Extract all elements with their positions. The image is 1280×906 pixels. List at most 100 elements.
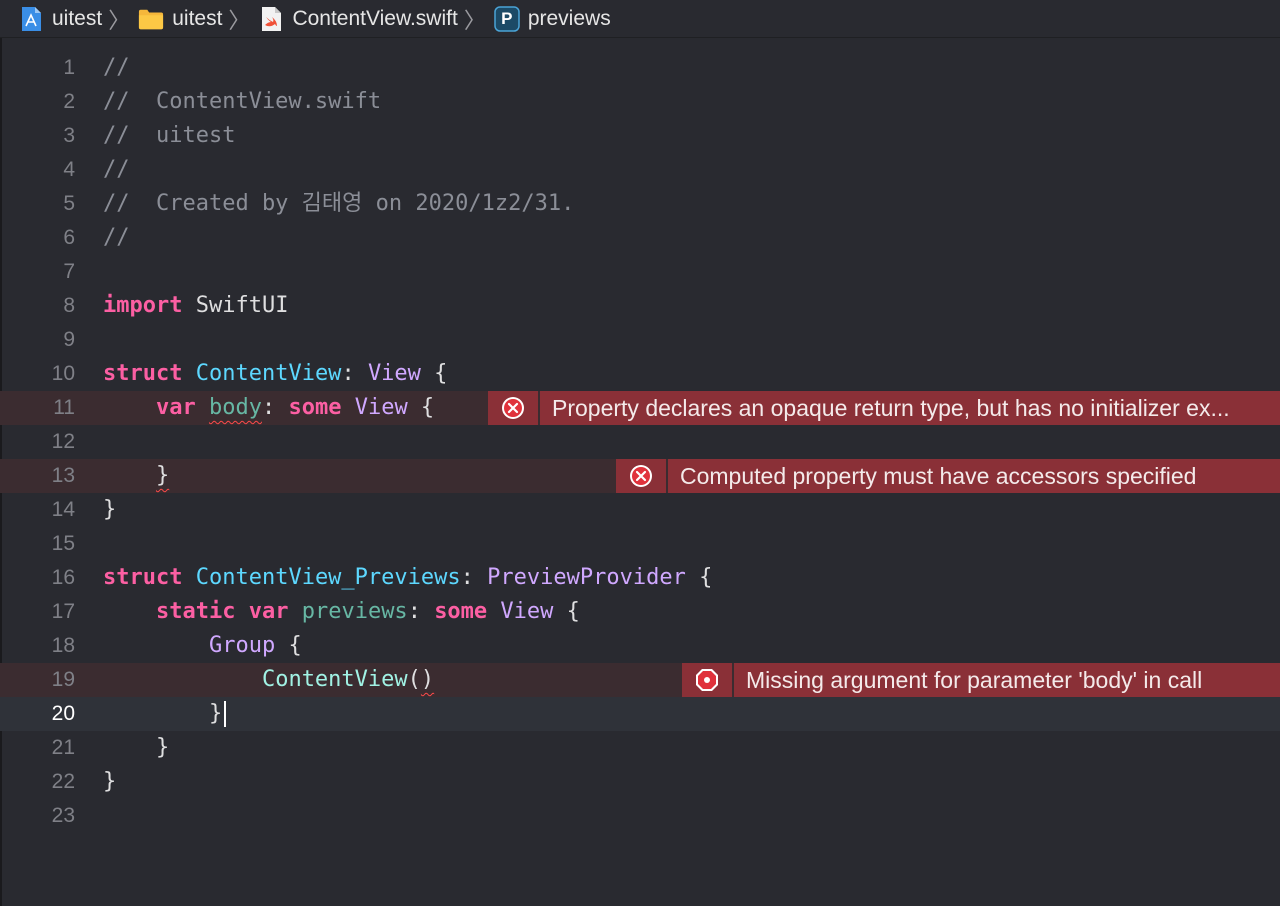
code-line: 21 } (0, 731, 1280, 765)
swift-file-icon (258, 6, 284, 32)
comment: // Created by 김태영 on 2020/1z2/31. (103, 191, 575, 216)
keyword: var (155, 395, 196, 420)
code-line: 22 } (0, 765, 1280, 799)
code-line: 10 struct ContentView: View { (0, 357, 1280, 391)
system-type: View (354, 395, 408, 420)
code-text: } (103, 459, 169, 493)
line-number: 10 (51, 362, 75, 385)
line-number: 9 (63, 328, 75, 351)
line-number: 19 (51, 668, 75, 691)
code-text: } (103, 769, 117, 794)
system-type: Group (208, 633, 276, 658)
keyword: import (103, 293, 183, 318)
line-number: 8 (63, 294, 75, 317)
code-line: 2 // ContentView.swift (0, 85, 1280, 119)
breadcrumb-folder-label: uitest (172, 6, 223, 30)
property-badge-letter: P (501, 8, 513, 28)
line-number: 18 (51, 634, 75, 657)
type-name: ContentView (195, 361, 342, 386)
comment: // (103, 157, 130, 182)
code-line: 9 (0, 323, 1280, 357)
code-line: 8 import SwiftUI (0, 289, 1280, 323)
code-text: } (103, 735, 170, 760)
breadcrumb-project-label: uitest (52, 6, 103, 30)
keyword: struct (103, 565, 183, 590)
code-line: 14 } (0, 493, 1280, 527)
code-line: 4 // (0, 153, 1280, 187)
error-stop-icon[interactable] (682, 663, 732, 697)
code-line: 17 static var previews: some View { (0, 595, 1280, 629)
line-number: 3 (63, 124, 75, 147)
line-number: 20 (51, 702, 75, 725)
punctuation: : (341, 361, 368, 386)
breadcrumb-file[interactable]: ContentView.swift (258, 6, 458, 32)
code-text: ContentView() (103, 663, 434, 697)
folder-icon (138, 6, 164, 32)
punctuation: : (460, 565, 488, 590)
punctuation: { (407, 395, 435, 420)
comment: // uitest (103, 123, 236, 148)
code-line-current: 20 } (0, 697, 1280, 731)
code-text: } (103, 497, 117, 522)
keyword: struct (103, 361, 183, 386)
code-line-error: 11 var body: some View { Property declar… (0, 391, 1280, 425)
breadcrumb-symbol[interactable]: P previews (494, 5, 611, 32)
code-line: 1 // (0, 51, 1280, 85)
punctuation: ) (420, 667, 435, 692)
line-number: 4 (63, 158, 75, 181)
line-number: 5 (63, 192, 75, 215)
chevron-right-icon: 〉 (108, 7, 131, 33)
code-line: 6 // (0, 221, 1280, 255)
property-name: previews (301, 599, 408, 624)
line-number: 14 (51, 498, 75, 521)
error-x-icon[interactable] (616, 459, 666, 493)
module-name: SwiftUI (182, 293, 289, 318)
line-number: 16 (51, 566, 75, 589)
property-badge-icon: P (494, 5, 520, 32)
code-line: 16 struct ContentView_Previews: PreviewP… (0, 561, 1280, 595)
punctuation: { (420, 361, 448, 386)
line-number: 2 (63, 90, 75, 113)
line-number: 6 (63, 226, 75, 249)
call-name: ContentView (261, 667, 408, 692)
code-line: 12 (0, 425, 1280, 459)
keyword: some (288, 395, 342, 420)
breadcrumb-folder[interactable]: uitest (138, 6, 222, 32)
code-line: 3 // uitest (0, 119, 1280, 153)
line-number: 11 (53, 396, 75, 419)
system-type: View (367, 361, 421, 386)
line-number: 23 (51, 804, 75, 827)
breadcrumb-file-label: ContentView.swift (292, 6, 458, 30)
error-x-icon[interactable] (488, 391, 538, 425)
comment: // (103, 55, 130, 80)
code-text: import SwiftUI (103, 289, 288, 323)
code-line: 15 (0, 527, 1280, 561)
xcode-project-icon (18, 6, 44, 32)
text-cursor (224, 701, 227, 727)
system-type: View (500, 599, 554, 624)
error-banner[interactable]: Property declares an opaque return type,… (488, 391, 1280, 425)
keyword: static (155, 599, 236, 624)
code-line-error: 13 } Computed property must have accesso… (0, 459, 1280, 493)
keyword: var (248, 599, 289, 624)
property-name: body (208, 395, 262, 420)
code-text: struct ContentView_Previews: PreviewProv… (103, 561, 712, 595)
error-banner[interactable]: Missing argument for parameter 'body' in… (682, 663, 1280, 697)
error-message: Property declares an opaque return type,… (540, 391, 1280, 425)
punctuation: : (407, 599, 435, 624)
line-number: 17 (51, 600, 75, 623)
breadcrumb-project[interactable]: uitest (18, 6, 102, 32)
source-editor[interactable]: 1 // 2 // ContentView.swift 3 // uitest … (0, 51, 1280, 906)
line-number: 1 (63, 56, 75, 79)
code-text: var body: some View { (103, 391, 434, 425)
type-name: ContentView_Previews (195, 565, 461, 590)
closing-brace: } (208, 701, 223, 726)
error-banner[interactable]: Computed property must have accessors sp… (616, 459, 1280, 493)
system-type: PreviewProvider (487, 565, 686, 590)
code-line: 5 // Created by 김태영 on 2020/1z2/31. (0, 187, 1280, 221)
